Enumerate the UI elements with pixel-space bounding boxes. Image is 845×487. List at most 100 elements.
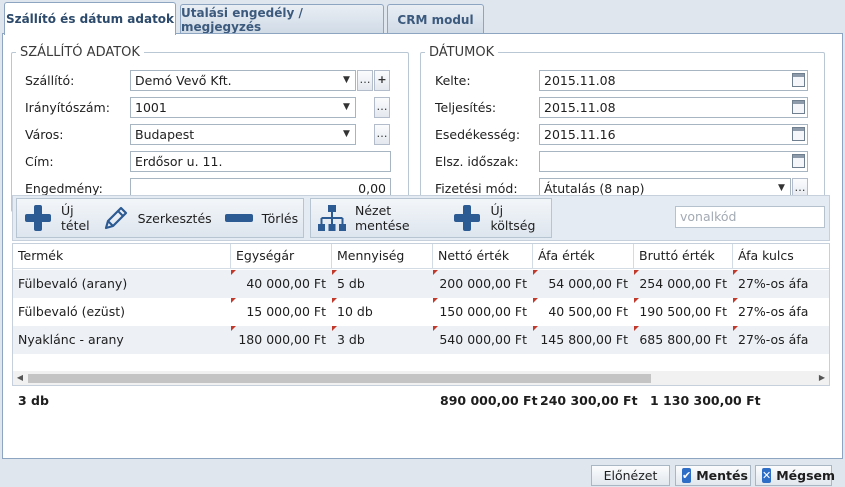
calendar-icon[interactable]	[792, 127, 805, 141]
cim-label: Cím:	[25, 154, 54, 169]
cell-afa-kulcs-value: 27%-os áfa	[738, 332, 809, 347]
tab-szallito-datum[interactable]: Szállító és dátum adatok	[4, 2, 176, 35]
cell-termek: Fülbevaló (ezüst)	[18, 304, 126, 319]
total-netto: 890 000,00 Ft	[440, 393, 538, 408]
table-row[interactable]: Nyaklánc - arany 180 000,00 Ft 3 db 540 …	[13, 326, 829, 354]
cell-afa-kulcs: 27%-os áfa	[733, 270, 829, 298]
cell-marker	[533, 326, 538, 331]
total-brutto: 1 130 300,00 Ft	[650, 393, 761, 408]
dates-legend: DÁTUMOK	[429, 45, 495, 60]
cell-mennyiseg-value: 3 db	[337, 332, 365, 347]
cell-marker	[433, 298, 438, 303]
plus-icon	[23, 203, 53, 233]
irsz-browse-button[interactable]: …	[374, 97, 390, 118]
table-row[interactable]: Fülbevaló (ezüst) 15 000,00 Ft 10 db 150…	[13, 298, 829, 326]
col-header-afa-ertek[interactable]: Áfa érték	[533, 244, 634, 269]
szallito-label: Szállító:	[25, 73, 75, 88]
save-button[interactable]: ✔ Mentés	[675, 465, 751, 486]
col-header-mennyiseg[interactable]: Mennyiség	[332, 244, 433, 269]
toolbar-group-view: Nézet mentése Új költség	[310, 198, 552, 238]
irsz-label: Irányítószám:	[25, 100, 110, 115]
scroll-right-icon[interactable]: ▶	[816, 372, 828, 384]
kelte-value: 2015.11.08	[544, 73, 616, 88]
szallito-add-button[interactable]: +	[374, 70, 390, 91]
varos-value: Budapest	[135, 127, 195, 142]
varos-field[interactable]: Budapest ▼	[130, 124, 356, 145]
cell-afa-kulcs-value: 27%-os áfa	[738, 276, 809, 291]
cell-marker	[533, 270, 538, 275]
preview-label: Előnézet	[603, 468, 658, 483]
varos-browse-button[interactable]: …	[374, 124, 390, 145]
teljesites-value: 2015.11.08	[544, 100, 616, 115]
kelte-field[interactable]: 2015.11.08	[539, 70, 808, 91]
col-header-afa-kulcs[interactable]: Áfa kulcs	[733, 244, 829, 269]
elsz-field[interactable]	[539, 151, 808, 172]
szallito-field[interactable]: Demó Vevő Kft. ▼	[130, 70, 356, 91]
pencil-icon	[102, 204, 130, 232]
cell-marker	[231, 270, 236, 275]
chevron-down-icon[interactable]: ▼	[339, 99, 354, 116]
cell-brutto-value: 254 000,00 Ft	[639, 276, 727, 291]
esedekesseg-value: 2015.11.16	[544, 127, 616, 142]
cell-mennyiseg: 5 db	[332, 270, 433, 298]
tab-utalasi-engedely[interactable]: Utalási engedély / megjegyzés	[180, 4, 384, 34]
cell-termek: Fülbevaló (arany)	[18, 276, 128, 291]
preview-button[interactable]: Előnézet	[591, 465, 670, 486]
cell-egysegar-value: 15 000,00 Ft	[246, 304, 326, 319]
esedekesseg-field[interactable]: 2015.11.16	[539, 124, 808, 145]
toolbar-group-items: Új tétel Szerkesztés Törlés	[16, 198, 304, 238]
cell-afa-kulcs: 27%-os áfa	[733, 298, 829, 326]
cell-marker	[634, 326, 639, 331]
chevron-down-icon[interactable]: ▼	[339, 126, 354, 143]
cell-termek: Nyaklánc - arany	[18, 332, 124, 347]
varos-label: Város:	[25, 127, 64, 142]
plus-icon	[452, 203, 482, 233]
save-view-button[interactable]: Nézet mentése	[311, 199, 446, 237]
cell-egysegar-value: 180 000,00 Ft	[238, 332, 326, 347]
horizontal-scrollbar[interactable]: ◀ ▶	[13, 371, 829, 385]
cell-afa-value: 145 800,00 Ft	[540, 332, 628, 347]
tab-crm-modul[interactable]: CRM modul	[387, 4, 484, 34]
chevron-down-icon[interactable]: ▼	[339, 72, 354, 89]
teljesites-field[interactable]: 2015.11.08	[539, 97, 808, 118]
cancel-label: Mégsem	[776, 468, 836, 483]
new-cost-button[interactable]: Új költség	[446, 199, 551, 237]
save-label: Mentés	[696, 468, 748, 483]
table-row[interactable]: Fülbevaló (arany) 40 000,00 Ft 5 db 200 …	[13, 270, 829, 298]
grid-header: Termék Egységár Mennyiség Nettó érték Áf…	[13, 244, 829, 269]
scroll-left-icon[interactable]: ◀	[14, 372, 26, 384]
new-item-button[interactable]: Új tétel	[17, 199, 96, 237]
szallito-browse-button[interactable]: …	[357, 70, 373, 91]
col-header-termek[interactable]: Termék	[13, 244, 231, 269]
new-cost-label: Új költség	[490, 203, 536, 233]
cancel-button[interactable]: ✕ Mégsem	[755, 465, 836, 486]
engedmeny-value: 0,00	[358, 181, 386, 196]
edit-button[interactable]: Szerkesztés	[96, 199, 218, 237]
cell-egysegar-value: 40 000,00 Ft	[246, 276, 326, 291]
cell-mennyiseg-value: 10 db	[337, 304, 373, 319]
irsz-field[interactable]: 1001 ▼	[130, 97, 356, 118]
cell-mennyiseg-value: 5 db	[337, 276, 365, 291]
cell-netto: 150 000,00 Ft	[433, 298, 533, 326]
check-icon: ✔	[682, 468, 692, 483]
calendar-icon[interactable]	[792, 73, 805, 87]
cim-field[interactable]: Erdősor u. 11.	[130, 151, 391, 172]
calendar-icon[interactable]	[792, 154, 805, 168]
cell-marker	[733, 270, 738, 275]
cell-marker	[433, 326, 438, 331]
col-header-egysegar[interactable]: Egységár	[231, 244, 332, 269]
calendar-icon[interactable]	[792, 100, 805, 114]
cell-brutto-value: 190 500,00 Ft	[639, 304, 727, 319]
new-item-label: Új tétel	[61, 203, 90, 233]
col-header-brutto[interactable]: Bruttó érték	[634, 244, 733, 269]
barcode-input[interactable]: vonalkód	[675, 206, 825, 228]
col-header-netto[interactable]: Nettó érték	[433, 244, 533, 269]
total-afa: 240 300,00 Ft	[540, 393, 638, 408]
delete-button[interactable]: Törlés	[218, 199, 304, 237]
cell-afa-kulcs: 27%-os áfa	[733, 326, 829, 354]
scrollbar-thumb[interactable]	[28, 374, 651, 383]
hierarchy-icon	[317, 203, 347, 233]
close-icon: ✕	[762, 468, 772, 483]
cell-marker	[733, 298, 738, 303]
cell-brutto: 685 800,00 Ft	[634, 326, 733, 354]
